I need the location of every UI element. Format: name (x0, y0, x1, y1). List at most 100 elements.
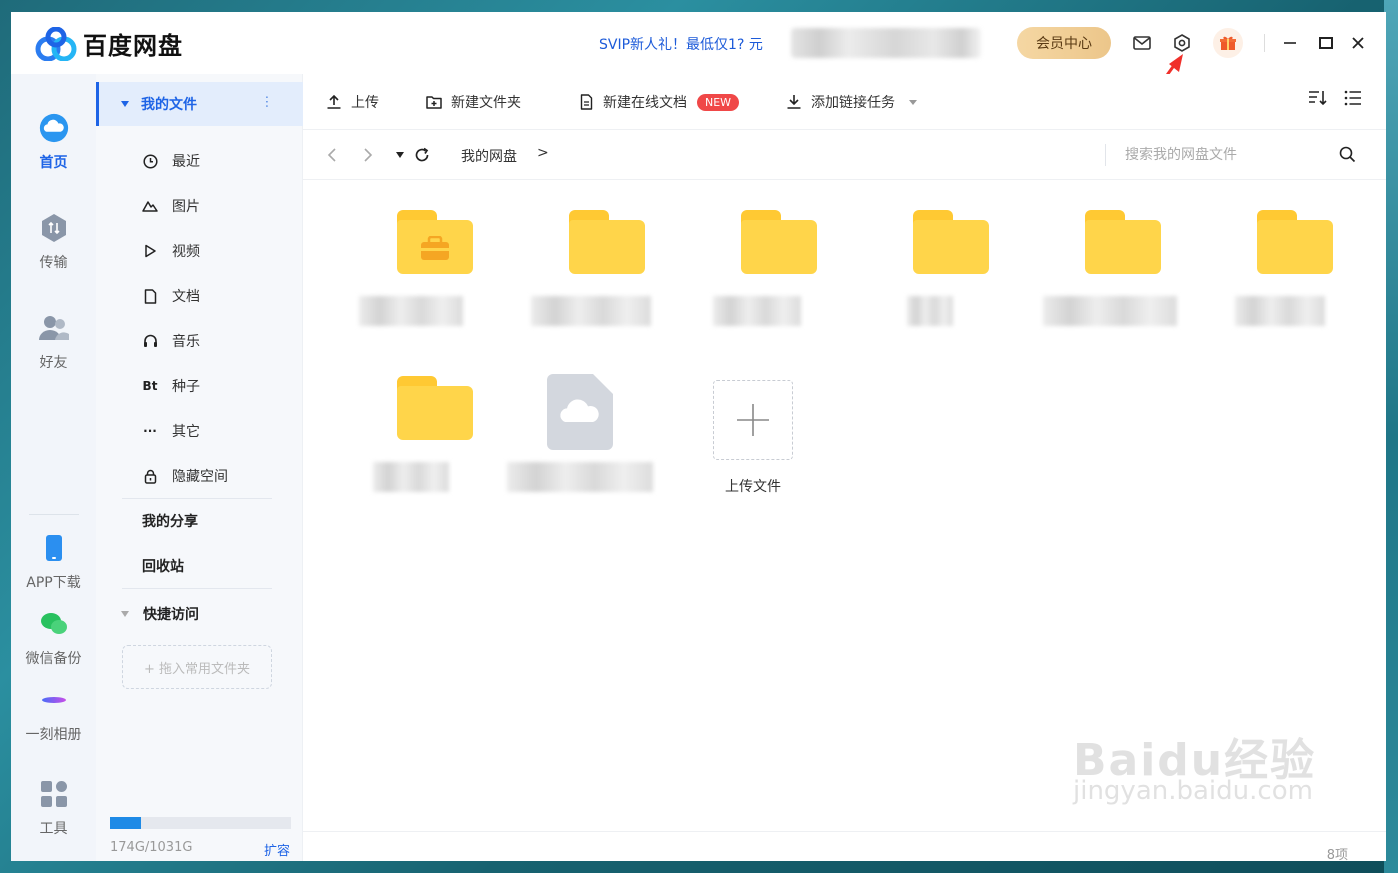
sidebar-item-recent[interactable]: 最近 (96, 139, 303, 183)
nav-wechat-backup[interactable]: 微信备份 (11, 608, 96, 668)
nav-wechat-backup-label: 微信备份 (25, 651, 82, 667)
folder-item[interactable] (707, 180, 847, 330)
sidebar-my-share[interactable]: 我的分享 (96, 499, 303, 543)
folder-item[interactable] (879, 180, 1019, 330)
new-folder-icon (425, 93, 443, 111)
sidebar-item-video[interactable]: 视频 (96, 229, 303, 273)
search-icon[interactable] (1339, 146, 1356, 167)
upload-file-tile[interactable] (713, 380, 793, 460)
folder-item[interactable] (531, 180, 675, 330)
list-view-icon[interactable] (1344, 90, 1362, 110)
user-account-blurred[interactable] (791, 28, 981, 58)
blurred-filename (373, 462, 449, 492)
vip-center-button[interactable]: 会员中心 (1017, 27, 1111, 59)
lock-icon (142, 468, 158, 484)
dropdown-caret-icon[interactable] (909, 99, 917, 105)
folder-icon (397, 210, 473, 274)
sidebar-recycle-bin[interactable]: 回收站 (96, 544, 303, 588)
headphone-icon (142, 333, 158, 349)
sidebar-item-label: 种子 (172, 379, 200, 395)
storage-quota-fill (110, 817, 141, 829)
sidebar-quick-access[interactable]: 快捷访问 (96, 592, 303, 636)
folder-icon (569, 210, 645, 274)
nav-app-download-label: APP下载 (26, 575, 81, 591)
desktop-background (1384, 0, 1398, 873)
blurred-filename (713, 296, 801, 326)
sidebar-item-hidden-space[interactable]: 隐藏空间 (96, 454, 303, 498)
sidebar-my-files[interactable]: 我的文件 ··· (96, 82, 303, 126)
folder-item[interactable] (363, 346, 503, 496)
sidebar-divider (122, 588, 272, 589)
download-link-icon (785, 93, 803, 111)
new-folder-label: 新建文件夹 (451, 95, 521, 111)
upload-button[interactable]: 上传 (325, 92, 379, 112)
gift-icon[interactable] (1213, 28, 1243, 58)
refresh-icon[interactable] (413, 146, 431, 164)
item-count: 8项 (1326, 848, 1348, 861)
plus-icon (737, 404, 769, 436)
nav-tools-label: 工具 (39, 821, 68, 837)
toolbar: 上传 新建文件夹 新建在线文档 NEW 添加链接任务 (303, 74, 1386, 130)
close-icon[interactable] (1347, 32, 1369, 54)
mail-icon[interactable] (1131, 32, 1153, 54)
doc-icon (142, 288, 158, 304)
sidebar-item-label: 视频 (172, 244, 200, 260)
app-title: 百度网盘 (83, 32, 183, 60)
minimize-icon[interactable] (1279, 32, 1301, 54)
sidebar-item-label: 最近 (172, 154, 200, 170)
sidebar-item-images[interactable]: 图片 (96, 184, 303, 228)
play-icon (142, 243, 158, 259)
folder-item[interactable] (1223, 180, 1363, 330)
upload-label: 上传 (351, 95, 379, 111)
sidebar-item-label: 图片 (172, 199, 200, 215)
quick-access-drop-zone[interactable]: + 拖入常用文件夹 (122, 645, 272, 689)
app-window: 百度网盘 SVIP新人礼！最低仅1? 元 会员中心 首页 传输 好友 APP下载… (11, 12, 1386, 861)
sidebar-quick-access-label: 快捷访问 (143, 607, 199, 623)
settings-gear-icon[interactable] (1171, 32, 1193, 54)
nav-tools[interactable]: 工具 (11, 778, 96, 838)
folder-item[interactable] (359, 180, 503, 330)
sidebar-item-music[interactable]: 音乐 (96, 319, 303, 363)
sidebar-item-docs[interactable]: 文档 (96, 274, 303, 318)
svip-promo-link[interactable]: SVIP新人礼！最低仅1? 元 (599, 34, 763, 54)
folder-icon (1085, 210, 1161, 274)
file-item[interactable] (507, 346, 675, 496)
more-vertical-icon[interactable]: ··· (258, 95, 274, 108)
collapse-caret-icon (121, 611, 129, 617)
nav-divider (29, 514, 79, 515)
add-link-task-label: 添加链接任务 (811, 95, 895, 111)
blurred-filename (507, 462, 653, 492)
sidebar-item-other[interactable]: ··· 其它 (96, 409, 303, 453)
nav-transfer[interactable]: 传输 (11, 212, 96, 272)
baidu-jingyan-watermark-url: jingyan.baidu.com (1073, 776, 1313, 806)
nav-app-download[interactable]: APP下载 (11, 532, 96, 592)
maximize-icon[interactable] (1315, 32, 1337, 54)
expand-storage-link[interactable]: 扩容 (264, 840, 290, 859)
breadcrumb-separator[interactable]: > (537, 145, 549, 161)
search-input[interactable] (1125, 143, 1325, 167)
folder-icon (913, 210, 989, 274)
nav-friends[interactable]: 好友 (11, 312, 96, 372)
add-link-task-button[interactable]: 添加链接任务 (785, 92, 917, 112)
folder-item[interactable] (1043, 180, 1191, 330)
nav-home[interactable]: 首页 (11, 112, 96, 172)
sidebar-item-label: 文档 (172, 289, 200, 305)
breadcrumb-my-disk[interactable]: 我的网盘 (461, 146, 517, 166)
history-dropdown-icon[interactable] (391, 146, 409, 164)
sidebar-item-torrent[interactable]: Bt 种子 (96, 364, 303, 408)
blurred-filename (1235, 296, 1325, 326)
nav-album[interactable]: 一刻相册 (11, 684, 96, 744)
cloud-home-icon (38, 112, 70, 144)
album-icon (38, 684, 70, 716)
divider (1105, 144, 1106, 166)
expand-caret-icon (121, 101, 129, 107)
nav-friends-label: 好友 (39, 355, 68, 371)
sort-icon[interactable] (1308, 90, 1328, 110)
app-logo[interactable]: 百度网盘 (35, 26, 183, 61)
new-folder-button[interactable]: 新建文件夹 (425, 92, 521, 112)
divider (1264, 34, 1265, 52)
forward-arrow-icon[interactable] (359, 146, 377, 164)
back-arrow-icon[interactable] (323, 146, 341, 164)
new-online-doc-button[interactable]: 新建在线文档 NEW (577, 92, 740, 112)
file-sidebar: 我的文件 ··· 最近 图片 视频 文档 音乐 Bt 种子 ··· 其它 隐藏空… (96, 74, 303, 861)
